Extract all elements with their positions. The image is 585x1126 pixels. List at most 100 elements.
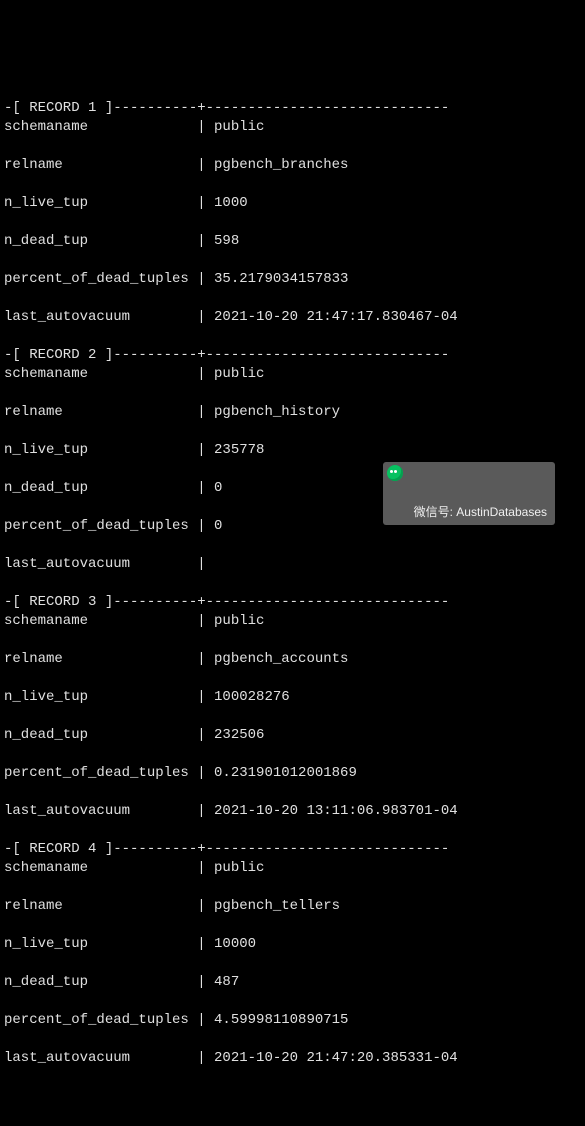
row-n-dead-tup: n_dead_tup| 487 bbox=[4, 973, 581, 992]
pipe-separator: | bbox=[197, 860, 214, 876]
record-separator: -[ RECORD 3 ]----------+----------------… bbox=[4, 594, 449, 610]
field-value: 232506 bbox=[214, 727, 264, 743]
pipe-separator: | bbox=[197, 613, 214, 629]
field-label: n_live_tup bbox=[4, 935, 197, 954]
row-last-autovacuum: last_autovacuum| 2021-10-20 13:11:06.983… bbox=[4, 802, 581, 821]
field-label: percent_of_dead_tuples bbox=[4, 270, 197, 289]
row-last-autovacuum: last_autovacuum| 2021-10-20 21:47:20.385… bbox=[4, 1049, 581, 1068]
pipe-separator: | bbox=[197, 518, 214, 534]
pipe-separator: | bbox=[197, 651, 214, 667]
record-separator: -[ RECORD 2 ]----------+----------------… bbox=[4, 347, 449, 363]
pipe-separator: | bbox=[197, 1050, 214, 1066]
field-label: percent_of_dead_tuples bbox=[4, 764, 197, 783]
record-separator: -[ RECORD 4 ]----------+----------------… bbox=[4, 841, 449, 857]
field-label: percent_of_dead_tuples bbox=[4, 1011, 197, 1030]
row-percent-dead: percent_of_dead_tuples| 0.23190101200186… bbox=[4, 764, 581, 783]
row-n-live-tup: n_live_tup| 100028276 bbox=[4, 688, 581, 707]
pipe-separator: | bbox=[197, 765, 214, 781]
row-last-autovacuum: last_autovacuum| 2021-10-20 21:47:17.830… bbox=[4, 308, 581, 327]
row-schemaname: schemaname| public bbox=[4, 859, 581, 878]
field-label: n_dead_tup bbox=[4, 479, 197, 498]
wechat-watermark: 微信号: AustinDatabases bbox=[383, 462, 555, 525]
field-value: public bbox=[214, 613, 264, 629]
pipe-separator: | bbox=[197, 195, 214, 211]
pipe-separator: | bbox=[197, 1012, 214, 1028]
terminal-output: -[ RECORD 1 ]----------+----------------… bbox=[4, 80, 581, 1087]
pipe-separator: | bbox=[197, 480, 214, 496]
field-label: n_dead_tup bbox=[4, 726, 197, 745]
pipe-separator: | bbox=[197, 936, 214, 952]
field-value: 2021-10-20 13:11:06.983701-04 bbox=[214, 803, 458, 819]
field-label: n_live_tup bbox=[4, 441, 197, 460]
field-value: 4.59998110890715 bbox=[214, 1012, 348, 1028]
field-label: last_autovacuum bbox=[4, 802, 197, 821]
pipe-separator: | bbox=[197, 898, 214, 914]
pipe-separator: | bbox=[197, 727, 214, 743]
row-n-dead-tup: n_dead_tup| 232506 bbox=[4, 726, 581, 745]
field-label: n_dead_tup bbox=[4, 973, 197, 992]
field-value: 2021-10-20 21:47:17.830467-04 bbox=[214, 309, 458, 325]
row-schemaname: schemaname| public bbox=[4, 118, 581, 137]
row-percent-dead: percent_of_dead_tuples| 4.59998110890715 bbox=[4, 1011, 581, 1030]
row-last-autovacuum: last_autovacuum| bbox=[4, 555, 581, 574]
field-value: pgbench_branches bbox=[214, 157, 348, 173]
record-separator: -[ RECORD 1 ]----------+----------------… bbox=[4, 100, 449, 116]
field-value: 2021-10-20 21:47:20.385331-04 bbox=[214, 1050, 458, 1066]
field-label: last_autovacuum bbox=[4, 308, 197, 327]
row-n-live-tup: n_live_tup| 10000 bbox=[4, 935, 581, 954]
field-label: relname bbox=[4, 650, 197, 669]
field-value: public bbox=[214, 860, 264, 876]
field-label: schemaname bbox=[4, 118, 197, 137]
pipe-separator: | bbox=[197, 556, 214, 572]
field-value: 10000 bbox=[214, 936, 256, 952]
row-relname: relname| pgbench_tellers bbox=[4, 897, 581, 916]
field-label: schemaname bbox=[4, 612, 197, 631]
field-value: public bbox=[214, 366, 264, 382]
field-value: 1000 bbox=[214, 195, 248, 211]
field-label: n_dead_tup bbox=[4, 232, 197, 251]
row-n-live-tup: n_live_tup| 1000 bbox=[4, 194, 581, 213]
pipe-separator: | bbox=[197, 404, 214, 420]
field-value: public bbox=[214, 119, 264, 135]
pipe-separator: | bbox=[197, 157, 214, 173]
row-n-dead-tup: n_dead_tup| 598 bbox=[4, 232, 581, 251]
field-value: 35.2179034157833 bbox=[214, 271, 348, 287]
field-value: 598 bbox=[214, 233, 239, 249]
field-value: 100028276 bbox=[214, 689, 290, 705]
row-n-live-tup: n_live_tup| 235778 bbox=[4, 441, 581, 460]
row-schemaname: schemaname| public bbox=[4, 365, 581, 384]
row-schemaname: schemaname| public bbox=[4, 612, 581, 631]
field-label: last_autovacuum bbox=[4, 555, 197, 574]
pipe-separator: | bbox=[197, 233, 214, 249]
row-percent-dead: percent_of_dead_tuples| 35.2179034157833 bbox=[4, 270, 581, 289]
watermark-text: 微信号: AustinDatabases bbox=[414, 505, 547, 519]
field-value: 0.231901012001869 bbox=[214, 765, 357, 781]
pipe-separator: | bbox=[197, 974, 214, 990]
field-value: 487 bbox=[214, 974, 239, 990]
pipe-separator: | bbox=[197, 689, 214, 705]
row-relname: relname| pgbench_branches bbox=[4, 156, 581, 175]
pipe-separator: | bbox=[197, 271, 214, 287]
field-label: schemaname bbox=[4, 859, 197, 878]
field-value: pgbench_history bbox=[214, 404, 340, 420]
field-label: n_live_tup bbox=[4, 194, 197, 213]
field-label: relname bbox=[4, 156, 197, 175]
field-value: 0 bbox=[214, 480, 222, 496]
field-value: 0 bbox=[214, 518, 222, 534]
pipe-separator: | bbox=[197, 803, 214, 819]
pipe-separator: | bbox=[197, 119, 214, 135]
field-label: relname bbox=[4, 403, 197, 422]
field-value: pgbench_accounts bbox=[214, 651, 348, 667]
field-value: 235778 bbox=[214, 442, 264, 458]
row-relname: relname| pgbench_history bbox=[4, 403, 581, 422]
field-label: relname bbox=[4, 897, 197, 916]
field-label: n_live_tup bbox=[4, 688, 197, 707]
pipe-separator: | bbox=[197, 309, 214, 325]
pipe-separator: | bbox=[197, 442, 214, 458]
field-label: percent_of_dead_tuples bbox=[4, 517, 197, 536]
field-value: pgbench_tellers bbox=[214, 898, 340, 914]
row-relname: relname| pgbench_accounts bbox=[4, 650, 581, 669]
pipe-separator: | bbox=[197, 366, 214, 382]
field-label: last_autovacuum bbox=[4, 1049, 197, 1068]
field-label: schemaname bbox=[4, 365, 197, 384]
